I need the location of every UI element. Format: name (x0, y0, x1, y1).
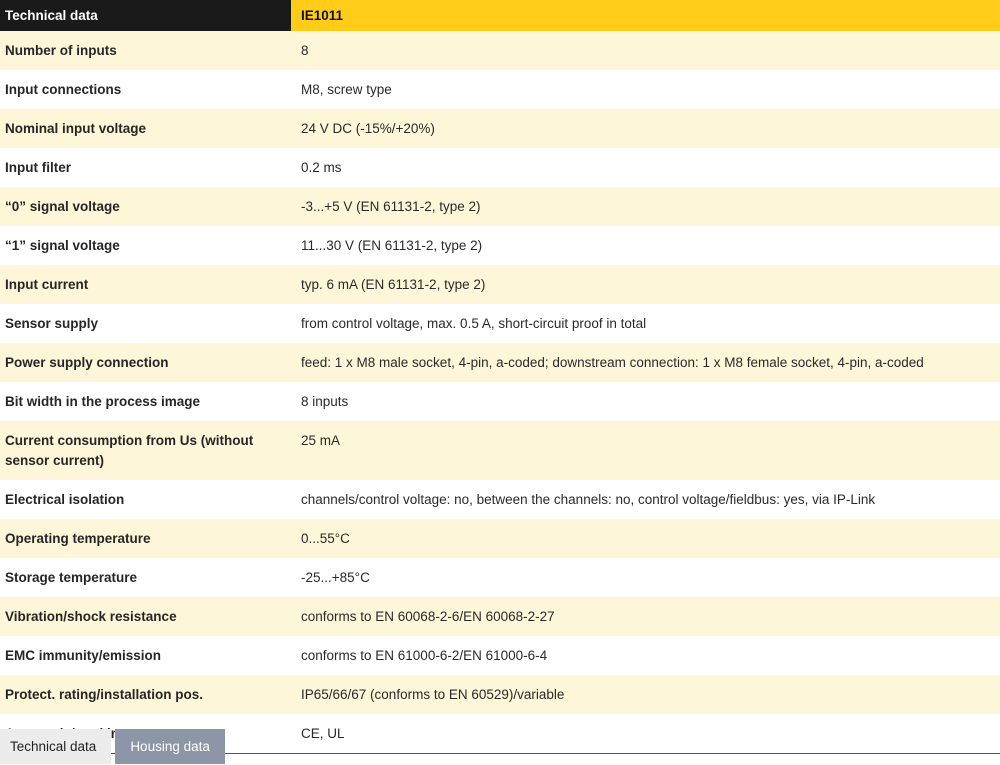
table-row: Electrical isolation channels/control vol… (0, 480, 1000, 519)
table-row: Bit width in the process image 8 inputs (0, 382, 1000, 421)
spec-value: CE, UL (291, 714, 1000, 754)
spec-value: channels/control voltage: no, between th… (291, 480, 1000, 519)
table-row: “0” signal voltage -3...+5 V (EN 61131-2,… (0, 187, 1000, 226)
spec-value: 0.2 ms (291, 148, 1000, 187)
spec-label: Number of inputs (0, 31, 291, 70)
spec-label: Protect. rating/installation pos. (0, 675, 291, 714)
table-row: Storage temperature -25...+85°C (0, 558, 1000, 597)
spec-value: IP65/66/67 (conforms to EN 60529)/variab… (291, 675, 1000, 714)
table-row: Nominal input voltage 24 V DC (-15%/+20%) (0, 109, 1000, 148)
spec-label: Current consumption from Us (without sen… (0, 421, 291, 480)
spec-value: 8 inputs (291, 382, 1000, 421)
spec-value: 25 mA (291, 421, 1000, 480)
spec-label: Electrical isolation (0, 480, 291, 519)
spec-label: Input current (0, 265, 291, 304)
spec-value: feed: 1 x M8 male socket, 4-pin, a-coded… (291, 343, 1000, 382)
tab-bar: Technical data Housing data (0, 729, 225, 764)
spec-value: -3...+5 V (EN 61131-2, type 2) (291, 187, 1000, 226)
spec-label: Operating temperature (0, 519, 291, 558)
table-row: Protect. rating/installation pos. IP65/66… (0, 675, 1000, 714)
header-product-code: IE1011 (291, 0, 1000, 31)
table-row: “1” signal voltage 11...30 V (EN 61131-2,… (0, 226, 1000, 265)
spec-label: Sensor supply (0, 304, 291, 343)
spec-value: from control voltage, max. 0.5 A, short-… (291, 304, 1000, 343)
spec-value: M8, screw type (291, 70, 1000, 109)
spec-label: Input connections (0, 70, 291, 109)
spec-value: conforms to EN 61000-6-2/EN 61000-6-4 (291, 636, 1000, 675)
tab-housing-data[interactable]: Housing data (115, 729, 225, 764)
spec-label: Bit width in the process image (0, 382, 291, 421)
spec-value: -25...+85°C (291, 558, 1000, 597)
spec-label: Input filter (0, 148, 291, 187)
table-row: Vibration/shock resistance conforms to EN… (0, 597, 1000, 636)
spec-label: Power supply connection (0, 343, 291, 382)
spec-label: Nominal input voltage (0, 109, 291, 148)
table-row: Operating temperature 0...55°C (0, 519, 1000, 558)
spec-label: EMC immunity/emission (0, 636, 291, 675)
table-row: Power supply connection feed: 1 x M8 male… (0, 343, 1000, 382)
technical-data-table: Technical data IE1011 Number of inputs 8 I… (0, 0, 1000, 754)
header-label: Technical data (0, 0, 291, 31)
table-row: Current consumption from Us (without sen… (0, 421, 1000, 480)
table-header-row: Technical data IE1011 (0, 0, 1000, 31)
spec-label: Vibration/shock resistance (0, 597, 291, 636)
spec-value: 8 (291, 31, 1000, 70)
table-row: Input filter 0.2 ms (0, 148, 1000, 187)
spec-value: 24 V DC (-15%/+20%) (291, 109, 1000, 148)
table-row: Number of inputs 8 (0, 31, 1000, 70)
spec-value: conforms to EN 60068-2-6/EN 60068-2-27 (291, 597, 1000, 636)
table-row: Sensor supply from control voltage, max. … (0, 304, 1000, 343)
table-row: Input current typ. 6 mA (EN 61131-2, type… (0, 265, 1000, 304)
spec-value: 0...55°C (291, 519, 1000, 558)
table-row: Input connections M8, screw type (0, 70, 1000, 109)
spec-value: typ. 6 mA (EN 61131-2, type 2) (291, 265, 1000, 304)
spec-label: Storage temperature (0, 558, 291, 597)
spec-value: 11...30 V (EN 61131-2, type 2) (291, 226, 1000, 265)
table-row: EMC immunity/emission conforms to EN 6100… (0, 636, 1000, 675)
spec-label: “0” signal voltage (0, 187, 291, 226)
table-body: Number of inputs 8 Input connections M8, sc… (0, 31, 1000, 754)
tab-technical-data[interactable]: Technical data (0, 729, 112, 764)
spec-label: “1” signal voltage (0, 226, 291, 265)
